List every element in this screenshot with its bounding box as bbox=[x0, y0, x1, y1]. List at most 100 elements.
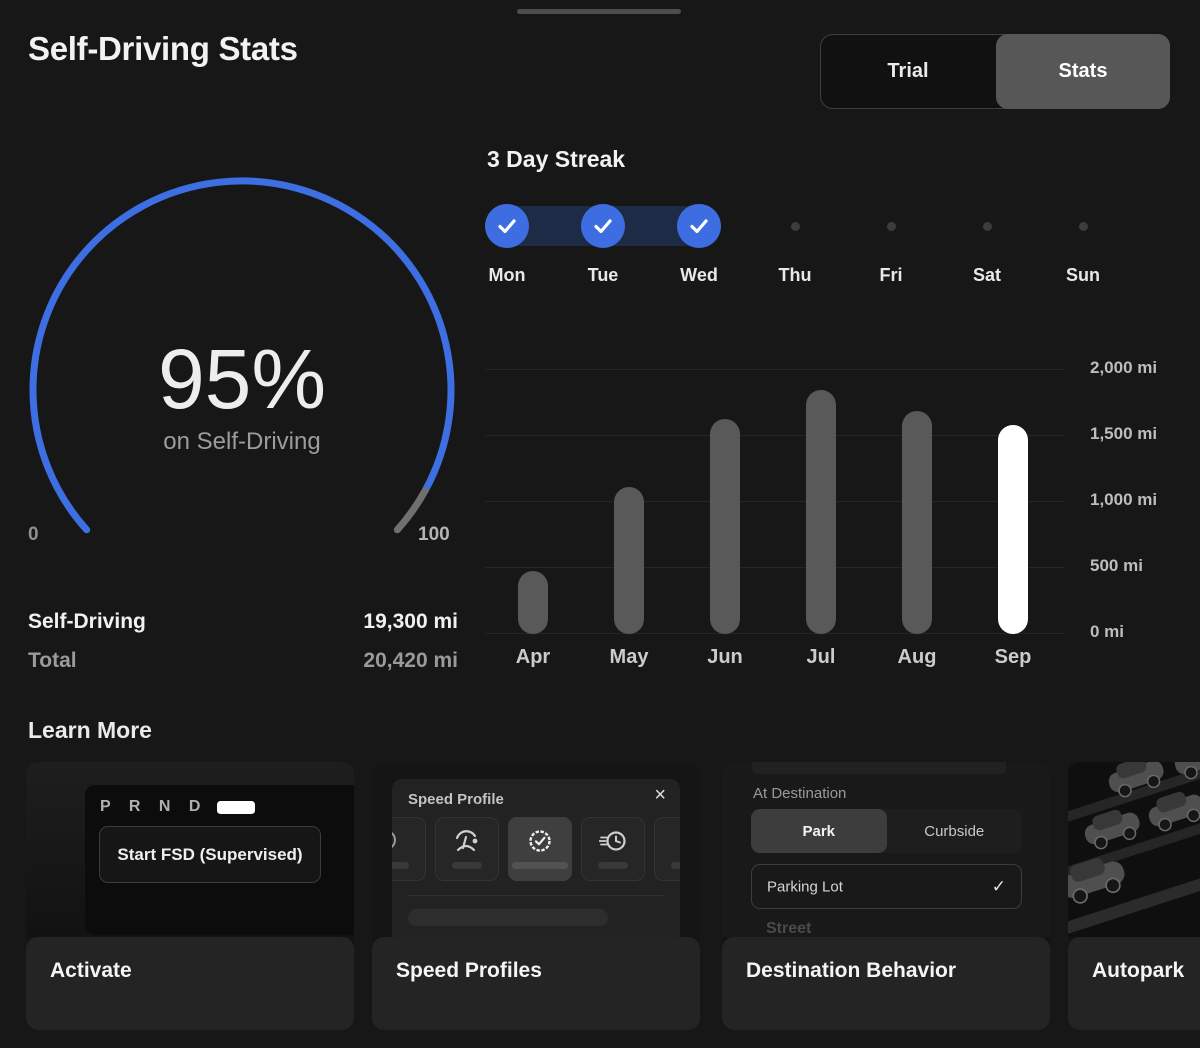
start-fsd-button-preview: Start FSD (Supervised) bbox=[99, 826, 321, 883]
check-badge-icon bbox=[527, 828, 553, 859]
trial-stats-toggle: Trial Stats bbox=[820, 34, 1170, 109]
option-label: Parking Lot bbox=[767, 878, 843, 895]
day-label: Fri bbox=[843, 265, 939, 286]
card-activate[interactable]: P R N D Start FSD (Supervised) Activate bbox=[26, 762, 354, 1030]
speed-profile-tile bbox=[581, 817, 645, 881]
gridline bbox=[485, 501, 1065, 502]
day-empty-dot-icon bbox=[791, 222, 800, 231]
gauge-max-label: 100 bbox=[418, 524, 450, 546]
learn-more-title: Learn More bbox=[28, 717, 152, 744]
tile-label-placeholder bbox=[671, 862, 680, 869]
gridline bbox=[485, 633, 1065, 634]
chart-month-labels: AprMayJunJulAugSep bbox=[485, 646, 1065, 672]
streak-day-sat bbox=[939, 204, 1035, 248]
check-icon: ✓ bbox=[992, 877, 1006, 897]
month-label: Aug bbox=[869, 646, 965, 669]
y-tick-label: 0 mi bbox=[1090, 621, 1124, 643]
streak-title: 3 Day Streak bbox=[487, 146, 625, 173]
day-empty-dot-icon bbox=[983, 222, 992, 231]
bar-aug bbox=[902, 411, 932, 634]
chart-y-axis-labels: 0 mi500 mi1,000 mi1,500 mi2,000 mi bbox=[1090, 356, 1200, 634]
gauge-percent-value: 95% bbox=[12, 337, 472, 421]
speed-clock-icon bbox=[599, 828, 627, 859]
day-label: Mon bbox=[459, 265, 555, 286]
month-label: Apr bbox=[485, 646, 581, 669]
month-label: Jun bbox=[677, 646, 773, 669]
tile-label-placeholder bbox=[598, 862, 628, 869]
card-label: Activate bbox=[50, 959, 132, 983]
dialog-title: Speed Profile bbox=[408, 791, 504, 808]
streak-day-labels: MonTueWedThuFriSatSun bbox=[459, 265, 1131, 291]
mileage-label: Self-Driving bbox=[28, 610, 146, 640]
activate-preview: P R N D Start FSD (Supervised) bbox=[26, 762, 354, 937]
speed-profiles-preview: Speed Profile × bbox=[372, 762, 700, 937]
gridline bbox=[485, 567, 1065, 568]
card-destination-behavior[interactable]: At Destination Park Curbside Parking Lot… bbox=[722, 762, 1050, 1030]
sheet-drag-handle[interactable] bbox=[517, 9, 681, 14]
mileage-value: 19,300 mi bbox=[363, 610, 458, 640]
card-speed-profiles[interactable]: Speed Profile × Speed Profiles bbox=[372, 762, 700, 1030]
gridline bbox=[485, 369, 1065, 370]
toggle-option-trial[interactable]: Trial bbox=[821, 35, 995, 108]
card-footer: Speed Profiles bbox=[372, 937, 700, 1030]
y-tick-label: 1,500 mi bbox=[1090, 423, 1157, 445]
y-tick-label: 2,000 mi bbox=[1090, 357, 1157, 379]
streak-day-mon bbox=[459, 204, 555, 248]
tile-label-placeholder bbox=[392, 862, 409, 869]
mileage-row-total: Total 20,420 mi bbox=[28, 649, 458, 679]
park-curbside-toggle: Park Curbside bbox=[751, 809, 1022, 853]
gauge-min-label: 0 bbox=[28, 524, 39, 546]
bar-apr bbox=[518, 571, 548, 634]
card-autopark[interactable]: Autopark bbox=[1068, 762, 1200, 1030]
speed-profile-tile bbox=[654, 817, 680, 881]
card-footer: Activate bbox=[26, 937, 354, 1030]
speed-profile-tile bbox=[392, 817, 426, 881]
mileage-label: Total bbox=[28, 649, 77, 679]
card-label: Destination Behavior bbox=[746, 959, 956, 983]
month-label: May bbox=[581, 646, 677, 669]
miles-bar-chart bbox=[485, 356, 1065, 634]
day-checked-icon bbox=[485, 204, 529, 248]
bar-may bbox=[614, 487, 644, 634]
tile-label-placeholder bbox=[452, 862, 482, 869]
speed-profile-dialog: Speed Profile × bbox=[392, 779, 680, 943]
tile-label-placeholder bbox=[512, 862, 568, 869]
parking-lot-option: Parking Lot ✓ bbox=[751, 864, 1022, 909]
autopark-preview bbox=[1068, 762, 1200, 937]
page-title: Self-Driving Stats bbox=[28, 30, 298, 68]
segment-park: Park bbox=[751, 809, 887, 853]
day-label: Tue bbox=[555, 265, 651, 286]
card-footer: Autopark bbox=[1068, 937, 1200, 1030]
speed-profile-tiles bbox=[392, 817, 680, 881]
day-label: Wed bbox=[651, 265, 747, 286]
streak-day-thu bbox=[747, 204, 843, 248]
bar-jun bbox=[710, 419, 740, 634]
bar-jul bbox=[806, 390, 836, 634]
toggle-option-stats[interactable]: Stats bbox=[996, 34, 1170, 109]
day-empty-dot-icon bbox=[887, 222, 896, 231]
streak-day-wed bbox=[651, 204, 747, 248]
prnd-indicator: P R N D bbox=[100, 798, 255, 816]
y-tick-label: 1,000 mi bbox=[1090, 489, 1157, 511]
street-option-faded: Street bbox=[766, 920, 811, 938]
destination-preview: At Destination Park Curbside Parking Lot… bbox=[722, 762, 1050, 937]
profile-edge-right-icon bbox=[674, 828, 680, 857]
self-driving-stats-screen: Self-Driving Stats Trial Stats 95% on Se… bbox=[0, 0, 1200, 1048]
section-label: At Destination bbox=[753, 785, 846, 802]
y-tick-label: 500 mi bbox=[1090, 555, 1143, 577]
description-placeholder bbox=[408, 909, 608, 926]
day-checked-icon bbox=[581, 204, 625, 248]
profile-edge-left-icon bbox=[392, 828, 406, 857]
month-label: Sep bbox=[965, 646, 1061, 669]
day-label: Sat bbox=[939, 265, 1035, 286]
card-footer: Destination Behavior bbox=[722, 937, 1050, 1030]
close-icon: × bbox=[654, 784, 666, 807]
streak-week-row bbox=[459, 204, 1131, 248]
card-label: Autopark bbox=[1092, 959, 1184, 983]
gridline bbox=[485, 435, 1065, 436]
segment-curbside: Curbside bbox=[887, 809, 1023, 853]
speed-profile-tile-selected bbox=[508, 817, 572, 881]
day-empty-dot-icon bbox=[1079, 222, 1088, 231]
streak-day-sun bbox=[1035, 204, 1131, 248]
battery-indicator-icon bbox=[217, 801, 255, 814]
